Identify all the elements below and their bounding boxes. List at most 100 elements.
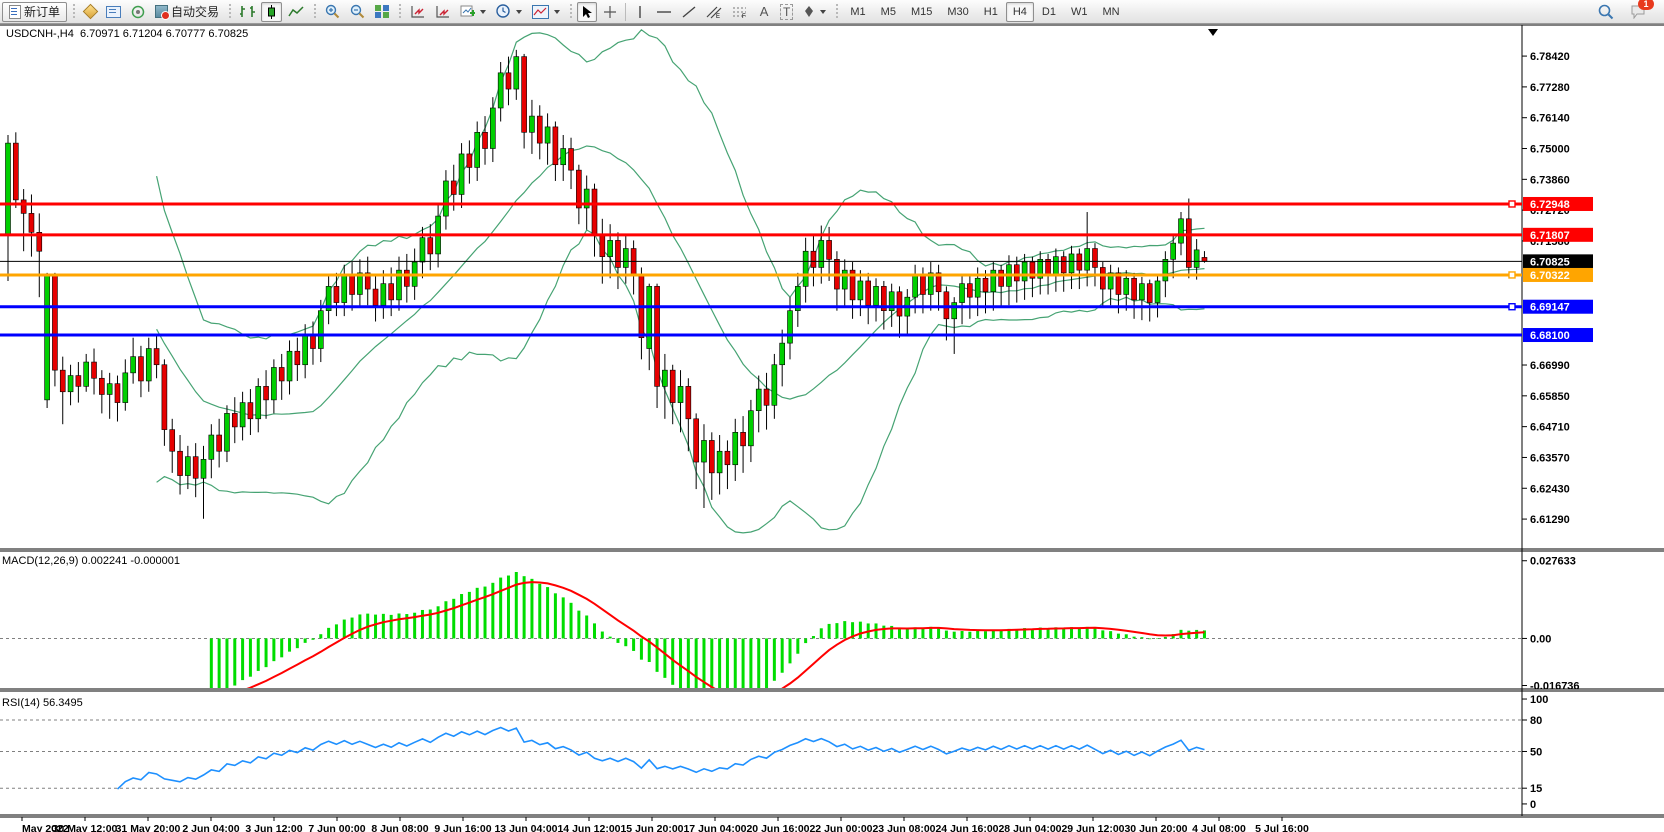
- zoom-in-icon: [325, 4, 340, 19]
- vertical-line-icon: [635, 5, 645, 19]
- svg-text:6.64710: 6.64710: [1530, 422, 1570, 434]
- toolbar-grip[interactable]: [71, 4, 76, 20]
- cursor-tool-button[interactable]: [577, 2, 597, 22]
- price-badge: 6.71807: [1530, 230, 1570, 242]
- time-axis-label: 2 Jun 04:00: [182, 823, 239, 832]
- trendline-tool-button[interactable]: [678, 2, 700, 22]
- timeframe-button-M5[interactable]: M5: [874, 2, 903, 22]
- tile-windows-button[interactable]: [371, 2, 393, 22]
- timeframe-button-H4[interactable]: H4: [1006, 2, 1034, 22]
- chart-back-button[interactable]: [431, 2, 454, 22]
- svg-text:6.63570: 6.63570: [1530, 452, 1570, 464]
- svg-text:-0.016736: -0.016736: [1530, 681, 1580, 693]
- horizontal-line-icon: [656, 5, 672, 19]
- time-axis-label: 28 Jun 04:00: [998, 823, 1061, 832]
- price-badge: 6.69147: [1530, 302, 1570, 314]
- line-chart-button[interactable]: [284, 2, 308, 22]
- zoom-in-button[interactable]: [321, 2, 344, 22]
- svg-text:6.78420: 6.78420: [1530, 51, 1570, 63]
- toolbar-grip[interactable]: [227, 4, 232, 20]
- timeframe-button-MN[interactable]: MN: [1095, 2, 1126, 22]
- market-watch-button[interactable]: [80, 2, 100, 22]
- price-badge: 6.70322: [1530, 270, 1570, 282]
- chevron-down-icon: [554, 10, 560, 14]
- time-axis-label: 22 Jun 00:00: [809, 823, 872, 832]
- timeframe-button-M15[interactable]: M15: [904, 2, 939, 22]
- time-axis-label: 4 Jul 08:00: [1192, 823, 1246, 832]
- timeframe-button-D1[interactable]: D1: [1035, 2, 1063, 22]
- tile-windows-icon: [375, 5, 389, 18]
- template-dropdown[interactable]: [528, 2, 564, 22]
- bar-chart-icon: [240, 5, 255, 19]
- timeframe-group: M1M5M15M30H1H4D1W1MN: [843, 2, 1126, 22]
- period-dropdown[interactable]: [492, 2, 526, 22]
- macd-indicator-label: MACD(12,26,9) 0.002241 -0.000001: [2, 555, 180, 567]
- chart-forward-icon: [410, 5, 425, 19]
- auto-trading-button[interactable]: 自动交易: [151, 2, 223, 22]
- search-icon: [1598, 4, 1614, 20]
- rsi-indicator-label: RSI(14) 56.3495: [2, 697, 83, 709]
- time-axis-label: 20 Jun 16:00: [746, 823, 809, 832]
- vline-tool-button[interactable]: [630, 2, 650, 22]
- new-chart-icon: [460, 5, 475, 19]
- signals-button[interactable]: [127, 2, 149, 22]
- toolbar-separator: [625, 3, 626, 21]
- timeframe-button-M30[interactable]: M30: [940, 2, 975, 22]
- new-chart-dropdown[interactable]: [456, 2, 490, 22]
- label-tool-button[interactable]: T: [776, 2, 797, 22]
- timeframe-button-H1[interactable]: H1: [977, 2, 1005, 22]
- arrows-icon: [803, 5, 815, 18]
- new-order-button[interactable]: 新订单: [2, 2, 67, 22]
- terminal-button[interactable]: [102, 2, 125, 22]
- cursor-arrow-icon: [581, 5, 593, 19]
- svg-text:100: 100: [1530, 694, 1548, 706]
- svg-text:0: 0: [1530, 799, 1536, 811]
- trendline-icon: [682, 5, 696, 19]
- auto-trading-icon: [155, 5, 168, 18]
- bar-chart-button[interactable]: [236, 2, 259, 22]
- toolbar-grip[interactable]: [397, 4, 402, 20]
- hline-tool-button[interactable]: [652, 2, 676, 22]
- time-axis-label: 8 Jun 08:00: [371, 823, 428, 832]
- symbol-period-label: USDCNH-,H4: [6, 28, 74, 40]
- zoom-out-button[interactable]: [346, 2, 369, 22]
- chart-ohlc-header: USDCNH-,H4 6.70971 6.71204 6.70777 6.708…: [6, 28, 248, 40]
- time-axis-label: 30 Jun 20:00: [1124, 823, 1187, 832]
- signal-icon: [131, 5, 145, 19]
- svg-text:6.73860: 6.73860: [1530, 174, 1570, 186]
- text-tool-button[interactable]: A: [754, 2, 774, 22]
- svg-text:6.76140: 6.76140: [1530, 113, 1570, 125]
- svg-text:0.027633: 0.027633: [1530, 556, 1576, 568]
- candlestick-icon: [265, 5, 278, 19]
- toolbar-grip[interactable]: [834, 4, 839, 20]
- label-tool-icon: T: [780, 4, 793, 20]
- search-button[interactable]: [1594, 2, 1618, 22]
- fibonacci-tool-button[interactable]: F: [728, 2, 752, 22]
- chevron-down-icon: [820, 10, 826, 14]
- chart-back-icon: [435, 5, 450, 19]
- chart-canvas[interactable]: 6.784206.772806.761406.750006.738606.727…: [0, 24, 1664, 832]
- crosshair-tool-button[interactable]: [599, 2, 621, 22]
- svg-text:6.62430: 6.62430: [1530, 483, 1570, 495]
- price-badge: 6.70825: [1530, 256, 1570, 268]
- svg-text:F: F: [742, 14, 746, 19]
- toolbar-grip[interactable]: [312, 4, 317, 20]
- time-axis-label: 13 Jun 04:00: [494, 823, 557, 832]
- arrows-dropdown[interactable]: [799, 2, 830, 22]
- svg-text:6.75000: 6.75000: [1530, 144, 1570, 156]
- time-axis-label: 7 Jun 00:00: [308, 823, 365, 832]
- svg-text:6.61290: 6.61290: [1530, 514, 1570, 526]
- timeframe-button-M1[interactable]: M1: [843, 2, 872, 22]
- equidistant-channel-icon: E: [706, 5, 722, 19]
- chart-forward-button[interactable]: [406, 2, 429, 22]
- candlestick-chart-button[interactable]: [261, 2, 282, 22]
- time-axis-label: 3 Jun 12:00: [245, 823, 302, 832]
- channel-tool-button[interactable]: E: [702, 2, 726, 22]
- terminal-window: { "toolbar": { "new_order_label": "新订单",…: [0, 0, 1664, 832]
- notifications-button[interactable]: 1: [1626, 2, 1650, 22]
- toolbar-grip[interactable]: [568, 4, 573, 20]
- line-chart-icon: [288, 5, 304, 19]
- text-tool-icon: A: [760, 4, 769, 19]
- chevron-down-icon: [516, 10, 522, 14]
- timeframe-button-W1[interactable]: W1: [1064, 2, 1095, 22]
